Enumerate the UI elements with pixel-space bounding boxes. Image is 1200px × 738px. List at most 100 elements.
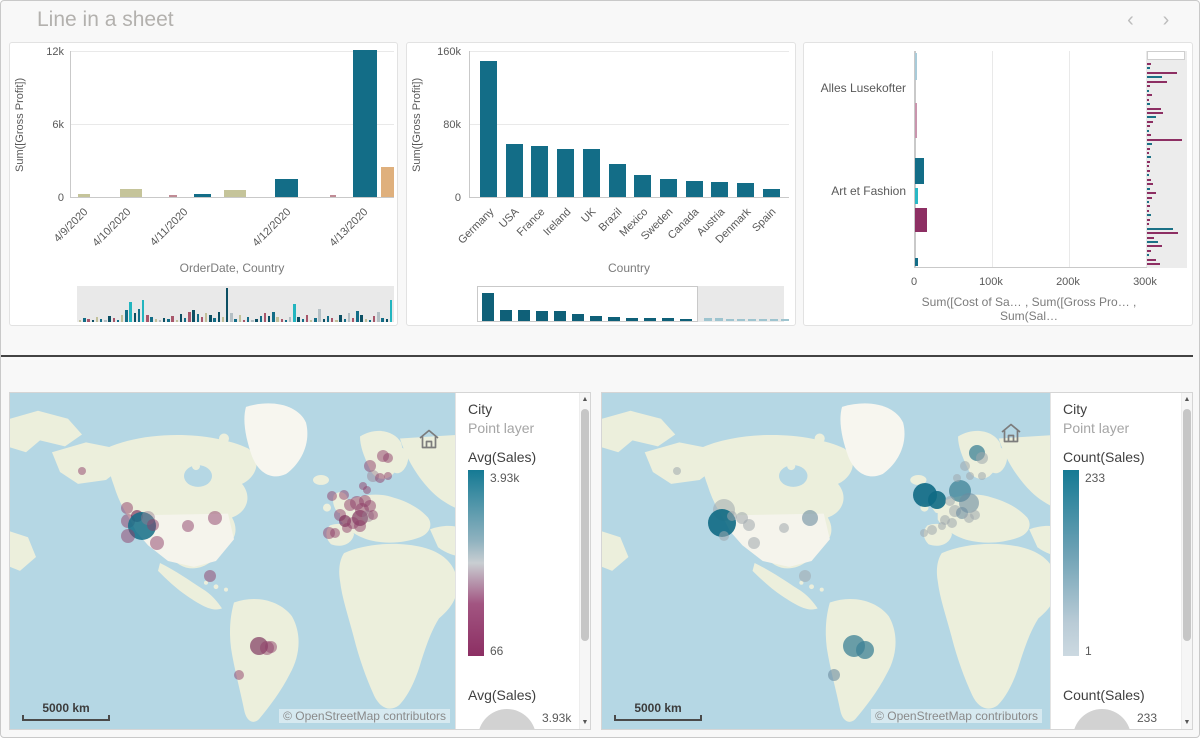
map-data-point[interactable]: [960, 461, 970, 471]
gridline: [470, 124, 789, 125]
plot-area[interactable]: [914, 51, 1147, 268]
map-data-point[interactable]: [265, 641, 277, 653]
bar[interactable]: [915, 258, 918, 266]
map-data-point[interactable]: [938, 522, 946, 530]
osm-attribution[interactable]: © OpenStreetMap contributors: [279, 709, 450, 723]
map-data-point[interactable]: [330, 528, 340, 538]
barchart-gross-profit-by-orderdate[interactable]: Sum([Gross Profit]) OrderDate, Country 1…: [9, 42, 398, 326]
navigator-window[interactable]: [1147, 51, 1185, 60]
navigator-bar: [1147, 245, 1162, 247]
bar[interactable]: [353, 50, 377, 197]
map-data-point[interactable]: [383, 453, 393, 463]
bar[interactable]: [609, 164, 626, 197]
next-sheet-icon[interactable]: ›: [1151, 9, 1181, 32]
bar[interactable]: [915, 188, 918, 204]
map-data-point[interactable]: [719, 531, 729, 541]
map-data-point[interactable]: [182, 520, 194, 532]
legend-max-value: 233: [1085, 471, 1105, 485]
bar[interactable]: [915, 158, 924, 184]
map-data-point[interactable]: [970, 510, 980, 520]
map-data-point[interactable]: [363, 486, 371, 494]
bar[interactable]: [557, 149, 574, 197]
map-data-point[interactable]: [234, 670, 244, 680]
map-data-point[interactable]: [802, 510, 818, 526]
map-data-point[interactable]: [327, 491, 337, 501]
scroll-up-icon[interactable]: ▲: [580, 396, 590, 403]
scroll-down-icon[interactable]: ▼: [1182, 719, 1192, 726]
map-data-point[interactable]: [743, 519, 755, 531]
bar[interactable]: [915, 53, 917, 80]
navigator-bar: [121, 315, 123, 322]
scrollbar-thumb[interactable]: [1183, 409, 1191, 641]
map-data-point[interactable]: [150, 536, 164, 550]
legend-scrollbar[interactable]: ▲ ▼: [579, 393, 590, 729]
map-home-icon[interactable]: [414, 425, 444, 455]
navigator-bar: [285, 320, 287, 322]
map-data-point[interactable]: [966, 472, 974, 480]
navigator-bar: [96, 317, 98, 322]
bar[interactable]: [763, 189, 780, 197]
scroll-up-icon[interactable]: ▲: [1182, 396, 1192, 403]
map-data-point[interactable]: [920, 529, 928, 537]
map-data-point[interactable]: [856, 641, 874, 659]
map-data-point[interactable]: [748, 537, 760, 549]
map-data-point[interactable]: [78, 467, 86, 475]
plot-area[interactable]: [70, 51, 394, 198]
map-avg-sales[interactable]: 5000 km © OpenStreetMap contributors Cit…: [9, 392, 591, 730]
map-data-point[interactable]: [204, 570, 216, 582]
bar[interactable]: [381, 167, 394, 197]
barchart-measures-by-customer[interactable]: Sum([Cost of Sa… , Sum([Gross Pro… , Sum…: [803, 42, 1193, 326]
bar[interactable]: [480, 61, 497, 197]
chart-navigator[interactable]: [477, 286, 784, 322]
bar[interactable]: [78, 194, 90, 197]
bar[interactable]: [169, 195, 177, 197]
map-data-point[interactable]: [384, 472, 392, 480]
bar[interactable]: [506, 144, 523, 197]
bar[interactable]: [194, 194, 211, 197]
bar[interactable]: [711, 182, 728, 197]
scrollbar-thumb[interactable]: [581, 409, 589, 641]
size-legend-value: 233: [1137, 711, 1157, 725]
bar[interactable]: [330, 195, 336, 197]
map-data-point[interactable]: [927, 525, 937, 535]
bar[interactable]: [737, 183, 754, 197]
map-data-point[interactable]: [978, 472, 986, 480]
bar[interactable]: [915, 208, 927, 232]
map-data-point[interactable]: [208, 511, 222, 525]
map-data-point[interactable]: [828, 669, 840, 681]
bar[interactable]: [686, 181, 703, 197]
map-home-icon[interactable]: [996, 419, 1026, 449]
navigator-bar: [138, 309, 140, 322]
chart-navigator[interactable]: [1147, 51, 1187, 268]
map-data-point[interactable]: [342, 523, 352, 533]
chart-navigator[interactable]: [77, 286, 394, 322]
bar[interactable]: [224, 190, 246, 197]
bar[interactable]: [915, 103, 917, 138]
bar[interactable]: [120, 189, 142, 197]
bar[interactable]: [583, 149, 600, 197]
navigator-bar: [222, 317, 224, 322]
map-data-point[interactable]: [947, 518, 957, 528]
map-data-point[interactable]: [799, 570, 811, 582]
scroll-down-icon[interactable]: ▼: [580, 719, 590, 726]
map-data-point[interactable]: [368, 510, 378, 520]
map-data-point[interactable]: [147, 519, 159, 531]
map-count-sales[interactable]: 5000 km © OpenStreetMap contributors Cit…: [601, 392, 1193, 730]
map-data-point[interactable]: [673, 467, 681, 475]
map-data-point[interactable]: [953, 474, 961, 482]
bar[interactable]: [660, 179, 677, 197]
navigator-bar: [1147, 156, 1151, 158]
bar[interactable]: [634, 175, 651, 197]
osm-attribution[interactable]: © OpenStreetMap contributors: [871, 709, 1042, 723]
plot-area[interactable]: [469, 51, 789, 198]
prev-sheet-icon[interactable]: ‹: [1115, 9, 1145, 32]
barchart-gross-profit-by-country[interactable]: Sum([Gross Profit]) Country 160k80k0Germ…: [406, 42, 796, 326]
map-data-point[interactable]: [779, 523, 789, 533]
legend-scrollbar[interactable]: ▲ ▼: [1181, 393, 1192, 729]
size-legend-circle: [478, 709, 536, 730]
map-data-point[interactable]: [928, 491, 946, 509]
bar[interactable]: [275, 179, 298, 197]
map-data-point[interactable]: [976, 452, 988, 464]
bar[interactable]: [531, 146, 548, 197]
map-data-point[interactable]: [121, 529, 135, 543]
